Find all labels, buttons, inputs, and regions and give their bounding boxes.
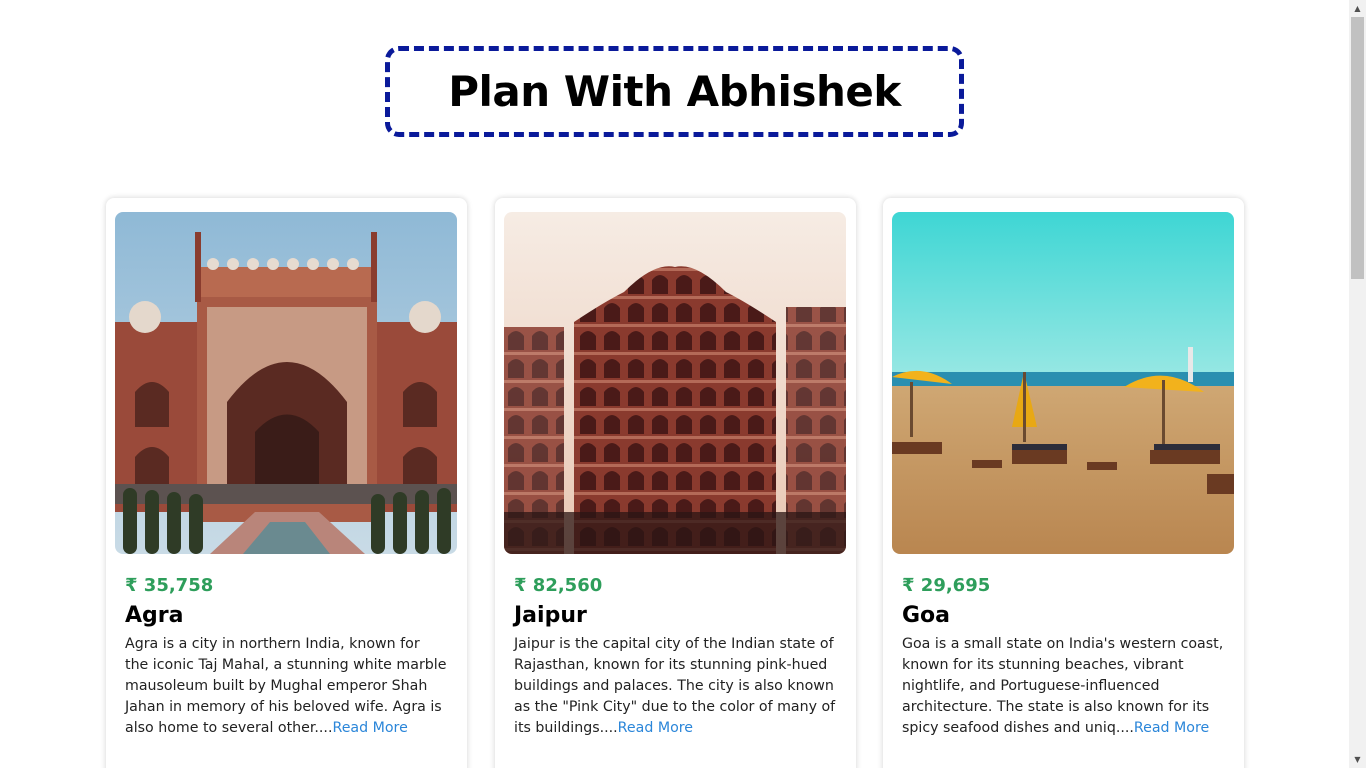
goa-photo — [892, 212, 1234, 554]
scroll-down-arrow-icon[interactable]: ▼ — [1349, 751, 1366, 768]
city-description: Jaipur is the capital city of the Indian… — [514, 634, 836, 739]
price-label: ₹ 35,758 — [125, 575, 214, 596]
page-title: Plan With Abhishek — [448, 67, 901, 116]
scroll-up-arrow-icon[interactable]: ▲ — [1349, 0, 1366, 17]
vertical-scrollbar[interactable]: ▲ ▼ — [1349, 0, 1366, 768]
read-more-link[interactable]: Read More — [1134, 720, 1209, 736]
scrollbar-thumb[interactable] — [1351, 17, 1364, 279]
city-name: Jaipur — [514, 603, 587, 628]
price-label: ₹ 82,560 — [514, 575, 603, 596]
city-description: Goa is a small state on India's western … — [902, 634, 1224, 739]
read-more-link[interactable]: Read More — [618, 720, 693, 736]
destination-card-goa: ₹ 29,695 Goa Goa is a small state on Ind… — [883, 198, 1244, 768]
city-description: Agra is a city in northern India, known … — [125, 634, 447, 739]
city-name: Agra — [125, 603, 184, 628]
read-more-link[interactable]: Read More — [332, 720, 407, 736]
price-label: ₹ 29,695 — [902, 575, 991, 596]
city-name: Goa — [902, 603, 951, 628]
page-title-box: Plan With Abhishek — [385, 46, 964, 137]
jaipur-photo — [504, 212, 846, 554]
agra-photo — [115, 212, 457, 554]
destination-card-agra: ₹ 35,758 Agra Agra is a city in northern… — [106, 198, 467, 768]
destination-card-jaipur: ₹ 82,560 Jaipur Jaipur is the capital ci… — [495, 198, 856, 768]
